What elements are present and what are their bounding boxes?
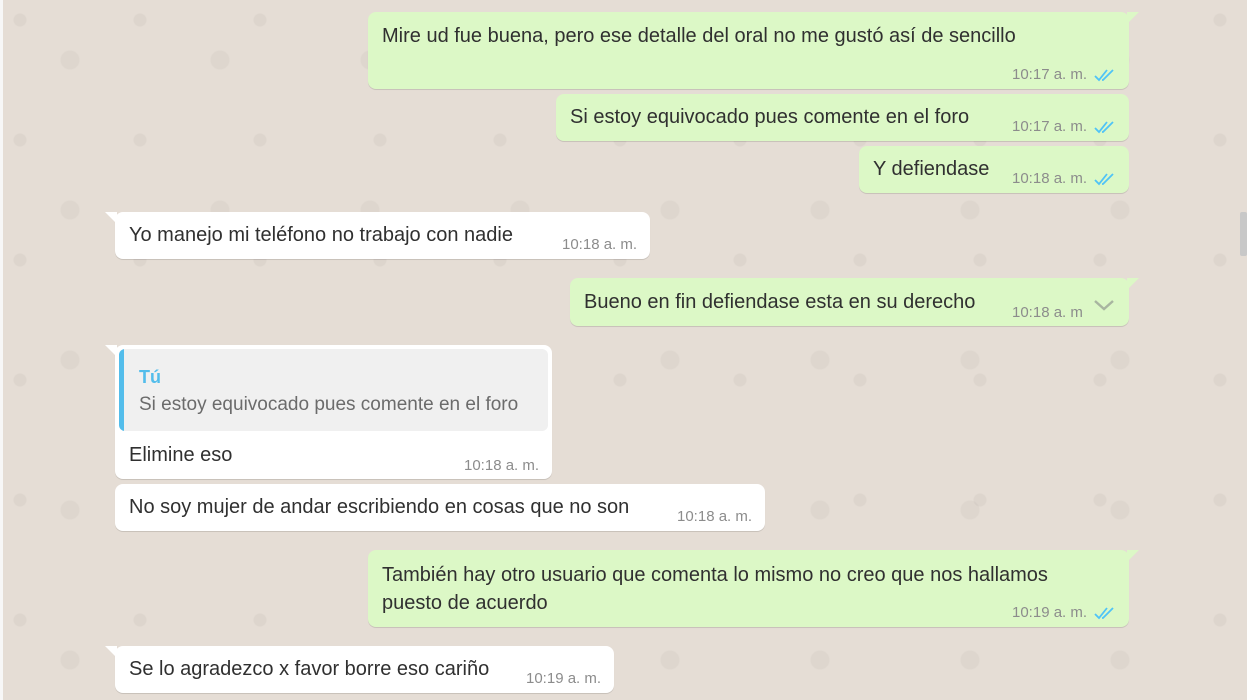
message-outgoing[interactable]: Bueno en fin defiendase esta en su derec… — [570, 278, 1139, 326]
message-text: Bueno en fin defiendase esta en su derec… — [584, 291, 976, 313]
message-time: 10:18 a. m. — [464, 457, 540, 474]
message-time: 10:18 a. m — [1012, 304, 1082, 321]
quote-text: Si estoy equivocado pues comente en el f… — [139, 394, 519, 415]
double-check-icon — [1094, 172, 1116, 186]
message-text-line-1: También hay otro usuario que comenta lo … — [382, 564, 1048, 586]
message-time: 10:18 a. m. — [677, 508, 753, 525]
message-text-line-2: puesto de acuerdo — [382, 592, 548, 614]
double-check-icon — [1094, 120, 1116, 134]
message-time: 10:19 a. m. — [526, 670, 602, 687]
message-incoming-reply[interactable]: Tú Si estoy equivocado pues comente en e… — [105, 345, 552, 479]
message-time: 10:18 a. m. — [562, 236, 638, 253]
message-text: Si estoy equivocado pues comente en el f… — [570, 106, 970, 128]
message-text: Elimine eso — [129, 444, 233, 466]
message-time: 10:17 a. m. — [1012, 118, 1088, 135]
scrollbar-thumb[interactable] — [1240, 212, 1247, 256]
message-text: Yo manejo mi teléfono no trabajo con nad… — [129, 224, 513, 246]
pane-divider — [0, 0, 3, 700]
quote-author: Tú — [139, 367, 161, 387]
quoted-message[interactable]: Tú Si estoy equivocado pues comente en e… — [119, 349, 548, 431]
message-time: 10:18 a. m. — [1012, 170, 1088, 187]
message-text: Y defiendase — [873, 158, 990, 180]
message-outgoing[interactable]: Y defiendase 10:18 a. m. — [859, 146, 1129, 193]
message-outgoing[interactable]: También hay otro usuario que comenta lo … — [368, 550, 1139, 627]
quote-accent-bar — [119, 349, 124, 431]
message-outgoing[interactable]: Si estoy equivocado pues comente en el f… — [556, 94, 1129, 141]
message-text: No soy mujer de andar escribiendo en cos… — [129, 496, 630, 518]
double-check-icon — [1094, 68, 1116, 82]
message-outgoing[interactable]: Mire ud fue buena, pero ese detalle del … — [368, 12, 1139, 89]
message-incoming[interactable]: Se lo agradezco x favor borre eso cariño… — [105, 646, 614, 693]
message-time: 10:17 a. m. — [1012, 66, 1088, 83]
double-check-icon — [1094, 606, 1116, 620]
message-incoming[interactable]: Yo manejo mi teléfono no trabajo con nad… — [105, 212, 650, 259]
message-text: Mire ud fue buena, pero ese detalle del … — [382, 25, 1016, 47]
message-text: Se lo agradezco x favor borre eso cariño — [129, 658, 490, 680]
chevron-down-icon[interactable] — [1093, 292, 1115, 311]
message-incoming[interactable]: No soy mujer de andar escribiendo en cos… — [115, 484, 765, 531]
message-time: 10:19 a. m. — [1012, 604, 1088, 621]
